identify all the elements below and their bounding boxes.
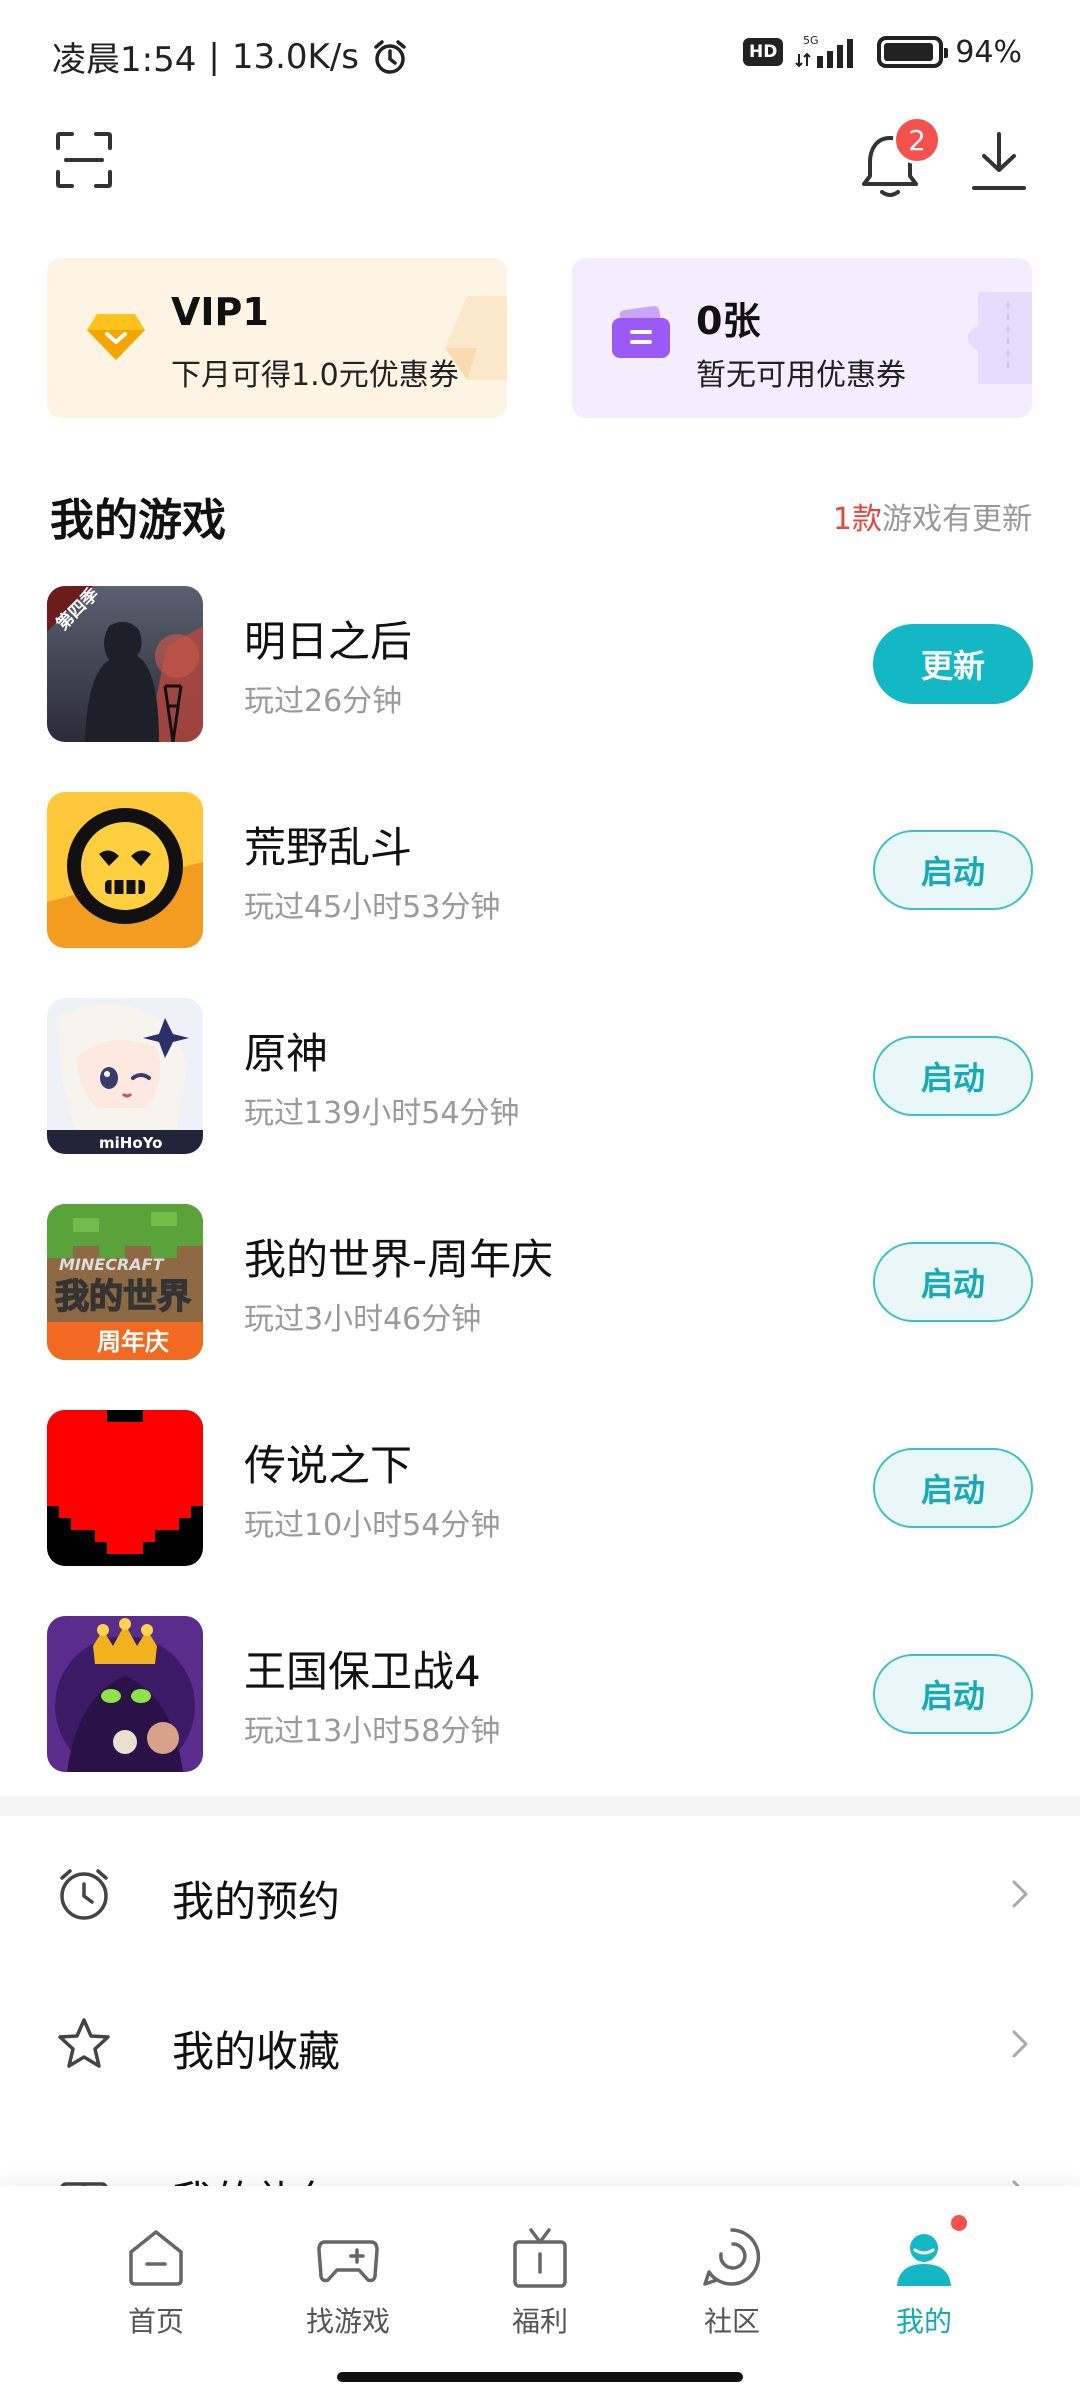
game-name: 明日之后: [244, 617, 413, 666]
nav-label: 首页: [127, 2305, 184, 2338]
update-button[interactable]: 更新: [873, 624, 1033, 704]
battery-fill: [884, 43, 934, 61]
minecraft-logo-text: MINECRAFT: [59, 1255, 165, 1274]
update-note[interactable]: 1款游戏有更新: [833, 494, 1032, 538]
home-icon: [129, 2230, 183, 2286]
update-count: 1款: [832, 502, 882, 537]
game-playtime: 玩过45小时53分钟: [244, 890, 501, 925]
status-net-speed: 13.0K/s: [231, 36, 359, 77]
signal-icon: 5G: [795, 34, 854, 68]
alarm-clock-icon: [60, 1869, 108, 1920]
status-separator: |: [208, 36, 220, 77]
minecraft-cn-text: 我的世界: [55, 1277, 191, 1317]
minecraft-banner-text: 周年庆: [97, 1328, 169, 1356]
game-icon-mingri: 第四季: [47, 586, 203, 742]
status-right: HD 5G 94%: [742, 34, 1022, 70]
star-icon: [58, 2018, 110, 2068]
status-left: 凌晨1:54 | 13.0K/s: [52, 32, 409, 81]
game-row[interactable]: MINECRAFT 我的世界 周年庆 我的世界-周年庆 玩过3小时46分钟 启动: [0, 1204, 1080, 1364]
game-icon-minecraft: MINECRAFT 我的世界 周年庆: [47, 1204, 203, 1360]
game-row[interactable]: 传说之下 玩过10小时54分钟 启动: [0, 1410, 1080, 1570]
coupon-card[interactable]: 0张 暂无可用优惠券: [572, 258, 1032, 418]
game-name: 荒野乱斗: [244, 823, 413, 872]
launch-button[interactable]: 启动: [873, 1448, 1033, 1528]
game-playtime: 玩过10小时54分钟: [244, 1508, 501, 1543]
nav-mine[interactable]: 我的: [849, 2224, 999, 2354]
nav-community[interactable]: 社区: [657, 2224, 807, 2354]
game-name: 原神: [244, 1029, 329, 1078]
community-icon: [703, 2228, 761, 2286]
nav-label: 我的: [895, 2305, 952, 2338]
battery-percent: 94%: [955, 34, 1022, 70]
section-divider: [0, 1796, 1080, 1816]
status-time: 凌晨1:54: [52, 40, 197, 80]
launch-button[interactable]: 启动: [873, 1654, 1033, 1734]
game-playtime: 玩过13小时58分钟: [244, 1714, 501, 1749]
battery-icon: [877, 36, 949, 68]
minecraft-art: MINECRAFT 我的世界 周年庆: [47, 1204, 203, 1360]
menu-label: 我的预约: [172, 1877, 341, 1926]
vip-subtitle: 下月可得1.0元优惠券: [171, 358, 459, 393]
menu-item-favorites[interactable]: 我的收藏: [0, 1968, 1080, 2118]
launch-button[interactable]: 启动: [873, 1242, 1033, 1322]
home-indicator[interactable]: [337, 2372, 743, 2382]
nav-welfare[interactable]: 福利: [465, 2224, 615, 2354]
nav-label: 找游戏: [305, 2305, 390, 2338]
update-text: 游戏有更新: [882, 502, 1032, 537]
game-row[interactable]: miHoYo 原神 玩过139小时54分钟 启动: [0, 998, 1080, 1158]
nav-label: 社区: [703, 2305, 760, 2338]
menu-item-reservations[interactable]: 我的预约: [0, 1818, 1080, 1968]
mingri-art: 第四季: [47, 586, 203, 742]
game-playtime: 玩过3小时46分钟: [244, 1302, 482, 1337]
game-name: 我的世界-周年庆: [244, 1235, 554, 1284]
genshin-logo-text: miHoYo: [99, 1134, 162, 1152]
bottom-nav: 首页 找游戏 福利 社区 我的: [0, 2186, 1080, 2400]
genshin-art: miHoYo: [47, 998, 203, 1154]
game-playtime: 玩过139小时54分钟: [244, 1096, 520, 1131]
game-row[interactable]: 第四季 明日之后 玩过26分钟 更新: [0, 586, 1080, 746]
kingdom-rush-art: [47, 1616, 203, 1772]
status-bar: 凌晨1:54 | 13.0K/s HD 5G 94%: [0, 0, 1080, 110]
coupon-decoration: [968, 292, 1032, 384]
chevron-right-icon: [1012, 1880, 1028, 1908]
game-icon-undertale: [47, 1410, 203, 1566]
chevron-right-icon: [1012, 2030, 1028, 2058]
game-row[interactable]: 王国保卫战4 玩过13小时58分钟 启动: [0, 1616, 1080, 1776]
notification-badge: 2: [893, 116, 941, 164]
coupon-title: 0张: [696, 299, 761, 343]
undertale-heart: [47, 1410, 203, 1566]
game-icon-kingdom-rush: [47, 1616, 203, 1772]
vip-title: VIP1: [171, 290, 269, 334]
game-icon-genshin: miHoYo: [47, 998, 203, 1154]
my-games-title: 我的游戏: [50, 495, 226, 546]
vip-decoration: [445, 296, 507, 380]
game-row[interactable]: 荒野乱斗 玩过45小时53分钟 启动: [0, 792, 1080, 952]
vip-diamond-icon: [87, 314, 145, 360]
coupon-ticket-icon: [612, 305, 670, 358]
brawl-stars-skull: [47, 792, 203, 948]
gift-icon: [513, 2228, 567, 2288]
hd-badge: HD: [742, 38, 784, 66]
nav-mine-dot: [948, 2212, 970, 2234]
vip-card[interactable]: VIP1 下月可得1.0元优惠券: [47, 258, 507, 418]
profile-icon: [897, 2234, 951, 2286]
nav-label: 福利: [511, 2305, 568, 2338]
network-type: 5G: [803, 34, 819, 47]
gamepad-icon: [317, 2240, 379, 2283]
launch-button[interactable]: 启动: [873, 830, 1033, 910]
download-icon[interactable]: [968, 130, 1030, 198]
game-playtime: 玩过26分钟: [244, 684, 403, 719]
nav-home[interactable]: 首页: [81, 2224, 231, 2354]
alarm-icon: [374, 39, 406, 74]
menu-label: 我的收藏: [172, 2027, 341, 2076]
launch-button[interactable]: 启动: [873, 1036, 1033, 1116]
game-name: 传说之下: [244, 1441, 413, 1490]
game-icon-brawl: [47, 792, 203, 948]
coupon-subtitle: 暂无可用优惠券: [696, 358, 906, 393]
scan-icon[interactable]: [54, 130, 114, 190]
game-name: 王国保卫战4: [244, 1647, 481, 1696]
nav-find-games[interactable]: 找游戏: [273, 2224, 423, 2354]
